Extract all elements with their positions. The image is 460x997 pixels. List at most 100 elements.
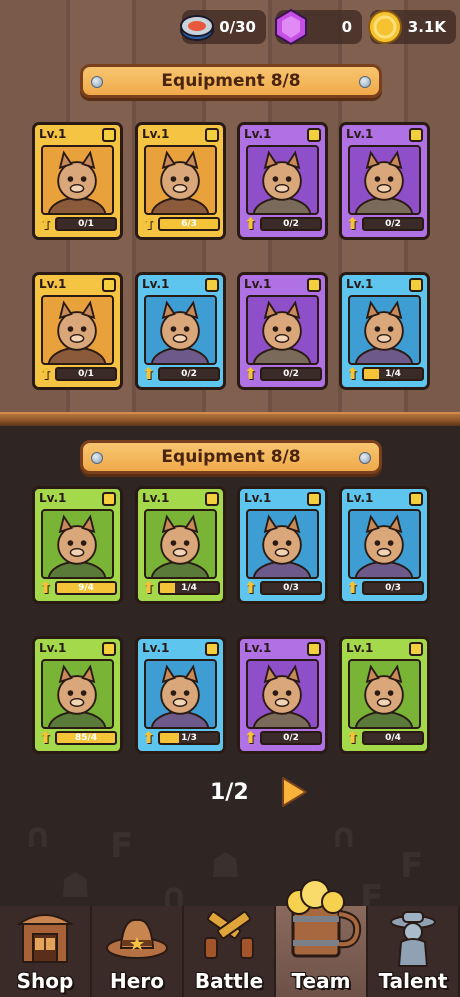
- hero-level: Lv.1: [244, 491, 272, 505]
- hero-portrait: [41, 509, 114, 579]
- hero-level: Lv.1: [346, 277, 374, 291]
- hero-level: Lv.1: [346, 491, 374, 505]
- nav-label: Battle: [194, 969, 264, 993]
- hero-card[interactable]: Lv.1 ⬆ 0/2: [135, 272, 226, 390]
- hero-card[interactable]: Lv.1 ⬆ 0/3: [237, 486, 328, 604]
- shard-progress-text: 0/3: [385, 583, 401, 593]
- raccoon-knight-icon: [47, 150, 107, 213]
- hero-card[interactable]: Lv.1 ⬆ 0/1: [32, 272, 123, 390]
- equipment-slot-icon: [409, 642, 423, 656]
- gold-counter[interactable]: 3.1K: [368, 10, 456, 44]
- equipment-slot-icon: [307, 278, 321, 292]
- cigar-dog-icon: [150, 514, 210, 577]
- nav-hero[interactable]: Hero: [92, 906, 184, 997]
- cap-bear-icon: [354, 664, 414, 727]
- hero-portrait: [246, 659, 319, 729]
- equipment-slot-icon: [102, 642, 116, 656]
- wizard-goat-icon: [252, 664, 312, 727]
- shard-progress-text: 1/4: [181, 583, 197, 593]
- hero-card[interactable]: Lv.1 ⬆ 1/3: [135, 636, 226, 754]
- shard-progress-bar: 0/2: [362, 217, 424, 231]
- hero-level: Lv.1: [142, 277, 170, 291]
- next-arrow-icon[interactable]: [280, 776, 308, 808]
- equipment-title-2: Equipment 8/8: [161, 447, 301, 467]
- nav-label: Shop: [16, 969, 74, 993]
- hero-portrait: [41, 145, 114, 215]
- hero-level: Lv.1: [39, 491, 67, 505]
- nav-team[interactable]: Team: [276, 879, 368, 997]
- revolver-pattern-icon: F: [110, 826, 134, 866]
- hero-level: Lv.1: [39, 641, 67, 655]
- horseshoe-pattern-icon: ∩: [24, 816, 52, 856]
- bottom-nav: Shop Hero Battle Team Talent: [0, 879, 460, 997]
- hero-portrait: [348, 509, 421, 579]
- rivet-icon: [359, 76, 371, 88]
- shard-progress-bar: 0/2: [260, 731, 322, 745]
- rivet-icon: [359, 452, 371, 464]
- hero-card[interactable]: Lv.1 ⬆ 0/3: [339, 486, 430, 604]
- hero-level: Lv.1: [244, 277, 272, 291]
- hero-level: Lv.1: [142, 127, 170, 141]
- hero-portrait: [348, 145, 421, 215]
- hero-card[interactable]: Lv.1 ⬆ 9/4: [32, 486, 123, 604]
- nav-talent[interactable]: Talent: [368, 906, 460, 997]
- gold-value: 3.1K: [407, 18, 446, 36]
- revolver-pattern-icon: F: [400, 846, 424, 886]
- purple-gem-icon: [275, 8, 307, 46]
- shard-progress-text: 1/3: [181, 733, 197, 743]
- gem-counter[interactable]: 0: [275, 8, 362, 46]
- equipment-banner-2: Equipment 8/8: [80, 440, 382, 474]
- equipment-slot-icon: [205, 278, 219, 292]
- hero-card[interactable]: Lv.1 ⬆ 0/2: [339, 122, 430, 240]
- sunglasses-dog-icon: [252, 150, 312, 213]
- hero-card[interactable]: Lv.1 ⬆ 0/1: [32, 122, 123, 240]
- shard-progress-bar: 0/1: [55, 367, 117, 381]
- shard-progress-bar: 1/3: [158, 731, 220, 745]
- equipment-slot-icon: [102, 492, 116, 506]
- nav-shop[interactable]: Shop: [0, 906, 92, 997]
- fox-swordsman-icon: [354, 150, 414, 213]
- hero-level: Lv.1: [244, 641, 272, 655]
- nav-battle[interactable]: Battle: [184, 906, 276, 997]
- hero-card[interactable]: Lv.1 ⬆ 0/2: [237, 122, 328, 240]
- hero-card[interactable]: Lv.1 ⬆ 0/4: [339, 636, 430, 754]
- shard-progress-text: 0/3: [283, 583, 299, 593]
- hero-card[interactable]: Lv.1 ⬆ 1/4: [135, 486, 226, 604]
- hero-card[interactable]: Lv.1 ⬆ 85/4: [32, 636, 123, 754]
- monkey-king-icon: [47, 300, 107, 363]
- hero-level: Lv.1: [244, 127, 272, 141]
- shard-progress-text: 85/4: [74, 733, 98, 743]
- gold-coin-icon: [368, 10, 402, 44]
- hero-card[interactable]: Lv.1 ⬆ 1/4: [339, 272, 430, 390]
- equipment-title-1: Equipment 8/8: [161, 71, 301, 91]
- beer-mug-icon: [286, 879, 362, 958]
- hero-level: Lv.1: [346, 641, 374, 655]
- shard-progress-bar: 85/4: [55, 731, 117, 745]
- hero-portrait: [246, 509, 319, 579]
- hero-portrait: [41, 295, 114, 365]
- hero-portrait: [144, 145, 217, 215]
- shard-progress-text: 6/3: [181, 219, 197, 229]
- shard-progress-bar: 0/3: [362, 581, 424, 595]
- equipment-slot-icon: [307, 642, 321, 656]
- equipment-slot-icon: [102, 278, 116, 292]
- page-indicator: 1/2: [210, 780, 249, 805]
- tuna-counter[interactable]: 0/30: [180, 10, 266, 44]
- shard-progress-bar: 0/2: [158, 367, 220, 381]
- hero-card[interactable]: Lv.1 ⬆ 6/3: [135, 122, 226, 240]
- shard-progress-bar: 0/4: [362, 731, 424, 745]
- hero-portrait: [348, 295, 421, 365]
- hero-card[interactable]: Lv.1 ⬆ 0/2: [237, 272, 328, 390]
- hero-card[interactable]: Lv.1 ⬆ 0/2: [237, 636, 328, 754]
- shard-progress-bar: 9/4: [55, 581, 117, 595]
- gem-value: 0: [341, 18, 352, 36]
- shard-progress-bar: 0/2: [260, 367, 322, 381]
- hero-portrait: [348, 659, 421, 729]
- hero-level: Lv.1: [346, 127, 374, 141]
- equipment-slot-icon: [205, 492, 219, 506]
- shard-progress-text: 0/2: [283, 219, 299, 229]
- hero-level: Lv.1: [39, 127, 67, 141]
- hero-portrait: [246, 145, 319, 215]
- hero-level: Lv.1: [39, 277, 67, 291]
- saloon-shop-icon: [15, 914, 75, 963]
